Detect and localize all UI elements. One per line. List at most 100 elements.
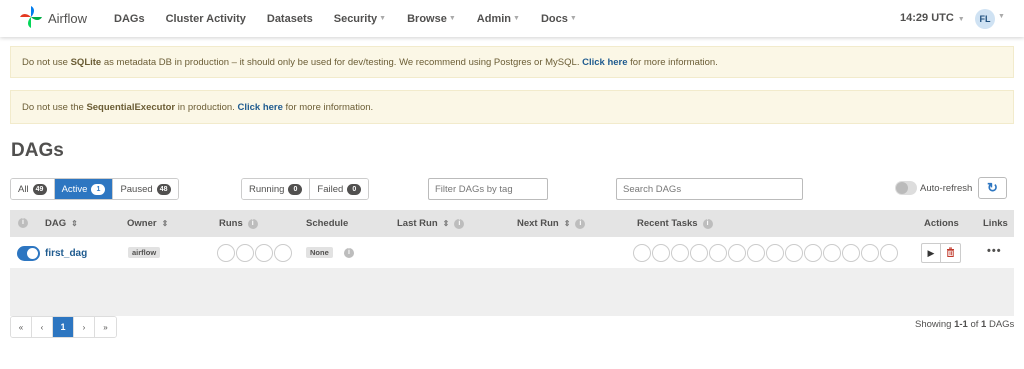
run-state-circle[interactable] [255, 244, 273, 262]
info-icon[interactable]: i [702, 218, 713, 229]
next-page-button[interactable]: › [74, 317, 95, 337]
task-state-circle[interactable] [633, 244, 651, 262]
nav-admin-label: Admin [476, 12, 512, 25]
table-header: i DAG ⇕ Owner ⇕ Runs i Schedule Last Run ⇕ i … [10, 210, 1014, 237]
play-icon: ▶ [927, 247, 935, 258]
task-state-circle[interactable] [785, 244, 803, 262]
showing-post: DAGs [986, 319, 1015, 330]
filter-paused-label: Paused [120, 183, 153, 195]
task-state-circle[interactable] [823, 244, 841, 262]
showing-mid: of [967, 319, 982, 330]
header-links-label: Links [983, 218, 1008, 229]
nav-dags[interactable]: DAGs [114, 13, 145, 25]
info-icon[interactable]: i [575, 218, 586, 229]
user-avatar[interactable]: FL [975, 9, 995, 29]
filter-active-button[interactable]: Active 1 [54, 179, 114, 199]
dag-actions: ▶ [921, 243, 961, 263]
task-state-circle[interactable] [671, 244, 689, 262]
prev-page-button[interactable]: ‹ [32, 317, 53, 337]
filter-paused-button[interactable]: Paused 48 [113, 179, 178, 199]
filter-all-button[interactable]: All 49 [11, 179, 55, 199]
chevron-down-icon: ▼ [448, 15, 456, 22]
header-last-run[interactable]: Last Run ⇕ i [397, 218, 465, 229]
filter-active-label: Active [61, 183, 88, 195]
filter-running-label: Running [249, 183, 285, 195]
executor-warning-alert: Do not use the SequentialExecutor in pro… [10, 90, 1014, 124]
task-state-circle[interactable] [804, 244, 822, 262]
filter-running-button[interactable]: Running 0 [242, 179, 311, 199]
nav-cluster-activity[interactable]: Cluster Activity [166, 13, 246, 25]
header-dag[interactable]: DAG ⇕ [45, 218, 78, 229]
tag-filter-input[interactable]: Filter DAGs by tag [428, 178, 548, 200]
trigger-dag-button[interactable]: ▶ [922, 244, 941, 262]
clock-dropdown[interactable]: 14:29 UTC ▼ [900, 12, 965, 24]
main-menu: DAGs Cluster Activity Datasets Security ▼… [114, 13, 598, 25]
header-next-run[interactable]: Next Run ⇕ i [517, 218, 586, 229]
owner-tag[interactable]: airflow [128, 247, 161, 258]
task-state-circle[interactable] [842, 244, 860, 262]
last-page-button[interactable]: » [95, 317, 116, 337]
links-menu-button[interactable]: ••• [987, 245, 1002, 257]
dag-id-link[interactable]: first_dag [45, 248, 87, 259]
header-last-run-label: Last Run [397, 218, 438, 229]
header-next-run-label: Next Run [517, 218, 559, 229]
brand-link[interactable]: Airflow [19, 5, 87, 32]
task-state-circle[interactable] [880, 244, 898, 262]
header-recent-tasks-label: Recent Tasks [637, 218, 698, 229]
run-state-circle[interactable] [274, 244, 292, 262]
table-row: first_dag airflow None i ▶ ••• [10, 237, 1014, 268]
header-info: i [18, 218, 28, 228]
nav-docs[interactable]: Docs ▼ [541, 13, 577, 25]
showing-count: Showing 1-1 of 1 DAGs [915, 319, 1014, 330]
task-state-circle[interactable] [747, 244, 765, 262]
info-icon[interactable]: i [247, 218, 258, 229]
trash-icon [946, 247, 955, 259]
auto-refresh-toggle[interactable] [895, 181, 917, 195]
task-state-circle[interactable] [861, 244, 879, 262]
nav-security-label: Security [333, 12, 378, 25]
run-state-circle[interactable] [217, 244, 235, 262]
chevron-down-icon[interactable]: ▼ [998, 13, 1005, 20]
info-icon[interactable]: i [18, 218, 28, 228]
schedule-tag[interactable]: None [306, 247, 333, 258]
table-empty-area [10, 268, 1014, 316]
header-owner[interactable]: Owner ⇕ [127, 218, 168, 229]
showing-pre: Showing [915, 319, 955, 330]
nav-security[interactable]: Security ▼ [334, 13, 386, 25]
nav-admin[interactable]: Admin ▼ [477, 13, 520, 25]
search-input[interactable]: Search DAGs [616, 178, 803, 200]
header-actions: Actions [924, 218, 959, 229]
info-icon[interactable]: i [454, 218, 465, 229]
nav-datasets[interactable]: Datasets [267, 13, 313, 25]
task-state-circle[interactable] [766, 244, 784, 262]
info-icon[interactable]: i [344, 248, 354, 258]
alert-text-mid: in production. [175, 101, 238, 113]
page-title: DAGs [11, 140, 64, 161]
airflow-logo-icon [19, 5, 43, 32]
delete-dag-button[interactable] [941, 244, 960, 262]
task-state-circle[interactable] [652, 244, 670, 262]
nav-cluster-activity-label: Cluster Activity [165, 12, 246, 25]
run-state-circle[interactable] [236, 244, 254, 262]
task-state-circle[interactable] [690, 244, 708, 262]
nav-browse-label: Browse [407, 12, 447, 25]
first-page-button[interactable]: « [11, 317, 32, 337]
header-actions-label: Actions [924, 218, 959, 229]
nav-docs-label: Docs [540, 12, 568, 25]
user-initials: FL [979, 14, 991, 24]
refresh-button[interactable]: ↻ [978, 177, 1007, 199]
filter-failed-button[interactable]: Failed 0 [310, 179, 369, 199]
header-dag-label: DAG [45, 218, 67, 229]
current-page-button[interactable]: 1 [53, 317, 74, 337]
brand-name: Airflow [48, 11, 88, 26]
showing-range: 1-1 [954, 319, 968, 330]
alert-click-here-link[interactable]: Click here [582, 57, 627, 68]
chevron-down-icon: ▼ [513, 15, 520, 22]
dag-pause-toggle[interactable] [17, 246, 40, 261]
filter-failed-label: Failed [317, 183, 344, 195]
alert-click-here-link[interactable]: Click here [237, 102, 282, 113]
task-state-circle[interactable] [709, 244, 727, 262]
sort-icon: ⇕ [71, 219, 78, 228]
nav-browse[interactable]: Browse ▼ [407, 13, 456, 25]
task-state-circle[interactable] [728, 244, 746, 262]
